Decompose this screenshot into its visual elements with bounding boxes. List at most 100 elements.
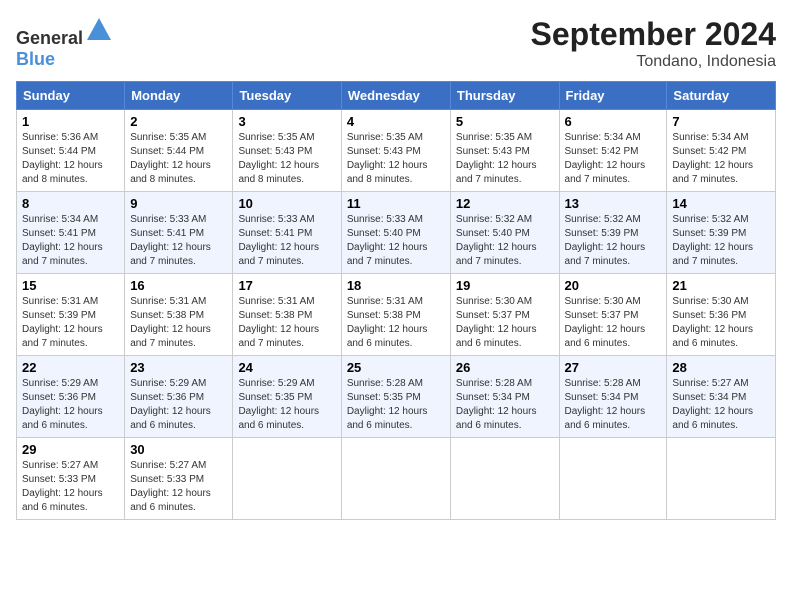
- day-number: 24: [238, 360, 335, 375]
- day-number: 18: [347, 278, 445, 293]
- calendar-day-30: 30 Sunrise: 5:27 AMSunset: 5:33 PMDayligh…: [125, 438, 233, 520]
- day-info: Sunrise: 5:34 AMSunset: 5:41 PMDaylight:…: [22, 214, 103, 267]
- calendar-day-11: 11 Sunrise: 5:33 AMSunset: 5:40 PMDayligh…: [341, 192, 450, 274]
- day-info: Sunrise: 5:28 AMSunset: 5:35 PMDaylight:…: [347, 378, 428, 431]
- day-number: 27: [565, 360, 662, 375]
- day-info: Sunrise: 5:29 AMSunset: 5:36 PMDaylight:…: [22, 378, 103, 431]
- calendar-day-28: 28Sunrise: 5:27 AMSunset: 5:34 PMDayligh…: [667, 356, 776, 438]
- col-thursday: Thursday: [450, 82, 559, 110]
- day-number: 8: [22, 196, 119, 211]
- day-number: 12: [456, 196, 554, 211]
- calendar-day-24: 24 Sunrise: 5:29 AMSunset: 5:35 PMDayligh…: [233, 356, 341, 438]
- calendar-day-20: 20 Sunrise: 5:30 AMSunset: 5:37 PMDayligh…: [559, 274, 667, 356]
- day-info: Sunrise: 5:27 AMSunset: 5:33 PMDaylight:…: [22, 460, 103, 513]
- day-info: Sunrise: 5:30 AMSunset: 5:37 PMDaylight:…: [565, 296, 646, 349]
- day-number: 14: [672, 196, 770, 211]
- calendar-day-21: 21 Sunrise: 5:30 AMSunset: 5:36 PMDayligh…: [667, 274, 776, 356]
- logo-wordmark: General Blue: [16, 16, 113, 70]
- col-tuesday: Tuesday: [233, 82, 341, 110]
- day-info: Sunrise: 5:32 AMSunset: 5:39 PMDaylight:…: [672, 214, 753, 267]
- col-sunday: Sunday: [17, 82, 125, 110]
- calendar-header: General Blue September 2024 Tondano, Ind…: [16, 16, 776, 71]
- calendar-day-6: 6Sunrise: 5:34 AMSunset: 5:42 PMDaylight…: [559, 110, 667, 192]
- calendar-day-27: 27Sunrise: 5:28 AMSunset: 5:34 PMDayligh…: [559, 356, 667, 438]
- calendar-day-7: 7Sunrise: 5:34 AMSunset: 5:42 PMDaylight…: [667, 110, 776, 192]
- col-wednesday: Wednesday: [341, 82, 450, 110]
- day-number: 4: [347, 114, 445, 129]
- calendar-day-empty: [559, 438, 667, 520]
- calendar-day-25: 25Sunrise: 5:28 AMSunset: 5:35 PMDayligh…: [341, 356, 450, 438]
- calendar-day-12: 12 Sunrise: 5:32 AMSunset: 5:40 PMDayligh…: [450, 192, 559, 274]
- col-monday: Monday: [125, 82, 233, 110]
- day-info: Sunrise: 5:31 AMSunset: 5:38 PMDaylight:…: [130, 296, 211, 349]
- day-number: 29: [22, 442, 119, 457]
- calendar-week-1: 1 Sunrise: 5:36 AMSunset: 5:44 PMDaylight…: [17, 110, 776, 192]
- day-number: 9: [130, 196, 227, 211]
- day-number: 20: [565, 278, 662, 293]
- logo-icon: [85, 16, 113, 44]
- calendar-day-22: 22 Sunrise: 5:29 AMSunset: 5:36 PMDayligh…: [17, 356, 125, 438]
- day-info: Sunrise: 5:31 AMSunset: 5:38 PMDaylight:…: [347, 296, 428, 349]
- calendar-day-13: 13Sunrise: 5:32 AMSunset: 5:39 PMDayligh…: [559, 192, 667, 274]
- day-info: Sunrise: 5:35 AMSunset: 5:43 PMDaylight:…: [347, 132, 428, 185]
- calendar-day-16: 16Sunrise: 5:31 AMSunset: 5:38 PMDayligh…: [125, 274, 233, 356]
- calendar-day-9: 9 Sunrise: 5:33 AMSunset: 5:41 PMDaylight…: [125, 192, 233, 274]
- day-number: 11: [347, 196, 445, 211]
- calendar-day-1: 1 Sunrise: 5:36 AMSunset: 5:44 PMDaylight…: [17, 110, 125, 192]
- day-number: 10: [238, 196, 335, 211]
- day-number: 17: [238, 278, 335, 293]
- month-title: September 2024: [531, 16, 776, 53]
- day-number: 19: [456, 278, 554, 293]
- day-number: 21: [672, 278, 770, 293]
- day-number: 5: [456, 114, 554, 129]
- calendar-day-empty: [667, 438, 776, 520]
- day-info: Sunrise: 5:34 AMSunset: 5:42 PMDaylight:…: [565, 132, 646, 185]
- col-friday: Friday: [559, 82, 667, 110]
- day-info: Sunrise: 5:36 AMSunset: 5:44 PMDaylight:…: [22, 132, 103, 185]
- calendar-day-empty: [341, 438, 450, 520]
- day-number: 23: [130, 360, 227, 375]
- day-info: Sunrise: 5:33 AMSunset: 5:41 PMDaylight:…: [130, 214, 211, 267]
- calendar-day-5: 5Sunrise: 5:35 AMSunset: 5:43 PMDaylight…: [450, 110, 559, 192]
- day-number: 1: [22, 114, 119, 129]
- day-number: 22: [22, 360, 119, 375]
- calendar-day-23: 23 Sunrise: 5:29 AMSunset: 5:36 PMDayligh…: [125, 356, 233, 438]
- calendar-week-4: 22 Sunrise: 5:29 AMSunset: 5:36 PMDayligh…: [17, 356, 776, 438]
- day-info: Sunrise: 5:29 AMSunset: 5:36 PMDaylight:…: [130, 378, 211, 431]
- day-info: Sunrise: 5:31 AMSunset: 5:38 PMDaylight:…: [238, 296, 319, 349]
- calendar-day-8: 8 Sunrise: 5:34 AMSunset: 5:41 PMDaylight…: [17, 192, 125, 274]
- day-number: 3: [238, 114, 335, 129]
- calendar-day-17: 17 Sunrise: 5:31 AMSunset: 5:38 PMDayligh…: [233, 274, 341, 356]
- day-info: Sunrise: 5:28 AMSunset: 5:34 PMDaylight:…: [456, 378, 537, 431]
- day-info: Sunrise: 5:33 AMSunset: 5:41 PMDaylight:…: [238, 214, 319, 267]
- calendar-header-row: Sunday Monday Tuesday Wednesday Thursday…: [17, 82, 776, 110]
- col-saturday: Saturday: [667, 82, 776, 110]
- day-info: Sunrise: 5:35 AMSunset: 5:43 PMDaylight:…: [238, 132, 319, 185]
- calendar-week-3: 15Sunrise: 5:31 AMSunset: 5:39 PMDayligh…: [17, 274, 776, 356]
- day-info: Sunrise: 5:32 AMSunset: 5:39 PMDaylight:…: [565, 214, 646, 267]
- day-info: Sunrise: 5:35 AMSunset: 5:44 PMDaylight:…: [130, 132, 211, 185]
- calendar-table: Sunday Monday Tuesday Wednesday Thursday…: [16, 81, 776, 520]
- calendar-day-3: 3 Sunrise: 5:35 AMSunset: 5:43 PMDaylight…: [233, 110, 341, 192]
- day-info: Sunrise: 5:29 AMSunset: 5:35 PMDaylight:…: [238, 378, 319, 431]
- day-info: Sunrise: 5:32 AMSunset: 5:40 PMDaylight:…: [456, 214, 537, 267]
- day-info: Sunrise: 5:33 AMSunset: 5:40 PMDaylight:…: [347, 214, 428, 267]
- day-info: Sunrise: 5:34 AMSunset: 5:42 PMDaylight:…: [672, 132, 753, 185]
- calendar-day-29: 29 Sunrise: 5:27 AMSunset: 5:33 PMDayligh…: [17, 438, 125, 520]
- day-info: Sunrise: 5:30 AMSunset: 5:37 PMDaylight:…: [456, 296, 537, 349]
- calendar-day-empty: [233, 438, 341, 520]
- logo: General Blue: [16, 16, 113, 70]
- day-number: 26: [456, 360, 554, 375]
- title-area: September 2024 Tondano, Indonesia: [531, 16, 776, 71]
- logo-general: General: [16, 28, 83, 48]
- day-info: Sunrise: 5:27 AMSunset: 5:33 PMDaylight:…: [130, 460, 211, 513]
- calendar-day-26: 26 Sunrise: 5:28 AMSunset: 5:34 PMDayligh…: [450, 356, 559, 438]
- calendar-week-5: 29 Sunrise: 5:27 AMSunset: 5:33 PMDayligh…: [17, 438, 776, 520]
- day-number: 30: [130, 442, 227, 457]
- calendar-day-empty: [450, 438, 559, 520]
- day-info: Sunrise: 5:30 AMSunset: 5:36 PMDaylight:…: [672, 296, 753, 349]
- logo-blue: Blue: [16, 49, 55, 69]
- calendar-day-19: 19 Sunrise: 5:30 AMSunset: 5:37 PMDayligh…: [450, 274, 559, 356]
- calendar-day-18: 18 Sunrise: 5:31 AMSunset: 5:38 PMDayligh…: [341, 274, 450, 356]
- day-number: 28: [672, 360, 770, 375]
